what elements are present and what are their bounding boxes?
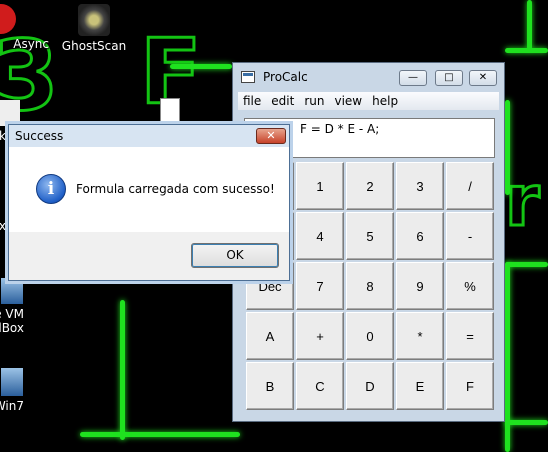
wallpaper-neon-line bbox=[120, 300, 125, 440]
key-6[interactable]: 6 bbox=[396, 212, 444, 260]
key-9[interactable]: 9 bbox=[396, 262, 444, 310]
key-b[interactable]: B bbox=[246, 362, 294, 410]
maximize-button[interactable]: □ bbox=[435, 70, 463, 86]
desktop-icon-async[interactable]: Async bbox=[0, 4, 55, 51]
key-plus[interactable]: + bbox=[296, 312, 344, 360]
key-0[interactable]: 0 bbox=[346, 312, 394, 360]
dialog-message: Formula carregada com sucesso! bbox=[76, 182, 275, 196]
desktop-icon-virtualbox[interactable]: e VM alBox bbox=[0, 278, 50, 335]
desktop-icon-label: Async bbox=[13, 37, 49, 51]
key-5[interactable]: 5 bbox=[346, 212, 394, 260]
key-3[interactable]: 3 bbox=[396, 162, 444, 210]
wallpaper-neon-line bbox=[505, 420, 548, 425]
virtualbox-icon bbox=[1, 278, 23, 304]
menu-help[interactable]: help bbox=[367, 92, 403, 110]
menu-view[interactable]: view bbox=[329, 92, 367, 110]
app-icon bbox=[0, 100, 20, 126]
dialog-title: Success bbox=[15, 129, 64, 143]
calculator-file-icon bbox=[160, 98, 180, 122]
key-equals[interactable]: = bbox=[446, 312, 494, 360]
desktop-icon-ghostscan[interactable]: GhostScan bbox=[54, 4, 134, 53]
key-f[interactable]: F bbox=[446, 362, 494, 410]
key-1[interactable]: 1 bbox=[296, 162, 344, 210]
menu-bar: file edit run view help bbox=[238, 92, 499, 110]
key-7[interactable]: 7 bbox=[296, 262, 344, 310]
key-4[interactable]: 4 bbox=[296, 212, 344, 260]
ok-button[interactable]: OK bbox=[191, 243, 279, 268]
dialog-titlebar[interactable]: Success ✕ bbox=[9, 125, 289, 147]
wallpaper-neon-line bbox=[505, 100, 510, 195]
procalc-titlebar[interactable]: ProCalc — □ ✕ bbox=[233, 63, 504, 91]
desktop-icon-label: Win7 bbox=[0, 399, 24, 413]
vm-icon bbox=[1, 368, 23, 396]
key-minus[interactable]: - bbox=[446, 212, 494, 260]
info-icon: i bbox=[36, 174, 66, 204]
key-2[interactable]: 2 bbox=[346, 162, 394, 210]
menu-edit[interactable]: edit bbox=[266, 92, 299, 110]
desktop-icon-win7[interactable]: Win7 bbox=[0, 368, 50, 413]
key-e[interactable]: E bbox=[396, 362, 444, 410]
wallpaper-neon-line bbox=[505, 262, 548, 267]
desktop-icon-label-line2: alBox bbox=[0, 321, 24, 335]
wallpaper-neon-line bbox=[170, 64, 232, 69]
wallpaper-neon-line bbox=[505, 48, 548, 53]
key-multiply[interactable]: * bbox=[396, 312, 444, 360]
dialog-close-button[interactable]: ✕ bbox=[256, 128, 286, 144]
key-divide[interactable]: / bbox=[446, 162, 494, 210]
desktop-icon-label: e VM bbox=[0, 307, 24, 321]
key-d[interactable]: D bbox=[346, 362, 394, 410]
window-app-icon bbox=[241, 71, 255, 83]
close-button[interactable]: ✕ bbox=[469, 70, 497, 86]
dialog-body: i Formula carregada com sucesso! bbox=[9, 147, 289, 232]
desktop-icon-doc[interactable] bbox=[150, 98, 190, 125]
ghostscan-app-icon bbox=[78, 4, 110, 36]
menu-run[interactable]: run bbox=[299, 92, 329, 110]
key-percent[interactable]: % bbox=[446, 262, 494, 310]
success-dialog: Success ✕ i Formula carregada com sucess… bbox=[8, 124, 290, 281]
desktop-icon-label: GhostScan bbox=[61, 39, 127, 53]
wallpaper-neon-line bbox=[527, 0, 532, 50]
key-a[interactable]: A bbox=[246, 312, 294, 360]
window-title: ProCalc bbox=[263, 70, 308, 84]
key-c[interactable]: C bbox=[296, 362, 344, 410]
minimize-button[interactable]: — bbox=[399, 70, 427, 86]
menu-file[interactable]: file bbox=[238, 92, 266, 110]
wallpaper-neon-line bbox=[80, 432, 240, 437]
key-8[interactable]: 8 bbox=[346, 262, 394, 310]
async-app-icon bbox=[0, 4, 16, 34]
